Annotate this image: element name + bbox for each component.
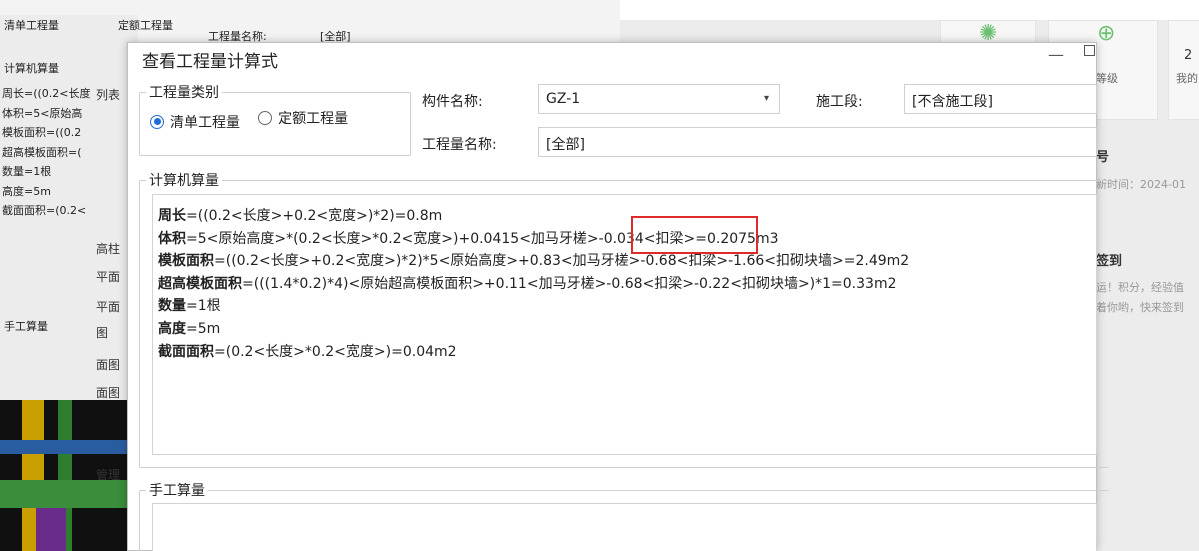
background-calc-lines: 周长=((0.2<长度 体积=5<原始高 模板面积=((0.2 超高模板面积=(… bbox=[2, 87, 91, 217]
quantity-name-label: 工程量名称: bbox=[422, 137, 497, 153]
background-topbar bbox=[620, 0, 1199, 20]
radio-checked-icon bbox=[150, 114, 164, 129]
component-name-label: 构件名称: bbox=[422, 94, 483, 110]
minimize-button[interactable]: — bbox=[1048, 45, 1064, 64]
background-tool-view[interactable]: 图 bbox=[96, 324, 128, 341]
background-tool-list[interactable]: 列表 bbox=[96, 86, 128, 103]
sign-in-description: 运！积分，经验值 着你哟，快来签到 bbox=[1096, 281, 1184, 314]
tile-mine-label: 我的 bbox=[1176, 72, 1198, 85]
background-radio-qty[interactable]: 清单工程量 bbox=[4, 17, 59, 33]
background-tool-manage[interactable]: 管理 bbox=[96, 466, 128, 483]
background-tool-section-2[interactable]: 面图 bbox=[96, 384, 128, 401]
background-calc-legend: 计算机算量 bbox=[4, 62, 59, 75]
background-tool-column[interactable]: 高柱 bbox=[96, 240, 128, 257]
category-group: 工程量类别 清单工程量 定额工程量 bbox=[139, 82, 411, 156]
tile-number: 2 bbox=[1184, 48, 1193, 63]
construction-stage-label: 施工段: bbox=[816, 94, 863, 110]
calc-line-height: 高度=5m bbox=[158, 320, 221, 337]
manual-calc-legend: 手工算量 bbox=[149, 483, 205, 499]
background-tool-plan-2[interactable]: 平面 bbox=[96, 298, 128, 315]
calc-formula-text[interactable]: 周长=((0.2<长度>+0.2<宽度>)*2)=0.8m 体积=5<原始高度>… bbox=[152, 194, 1097, 455]
quantity-name-select[interactable]: [全部] bbox=[538, 127, 1097, 157]
maximize-button[interactable] bbox=[1084, 45, 1095, 56]
background-tool-plan[interactable]: 平面 bbox=[96, 268, 128, 285]
radio-bill-quantity[interactable]: 清单工程量 bbox=[150, 112, 240, 132]
construction-stage-select[interactable]: [不含施工段] bbox=[904, 84, 1097, 114]
add-circle-icon: ⊕ bbox=[1097, 21, 1116, 46]
category-legend: 工程量类别 bbox=[149, 85, 219, 101]
dialog-title: 查看工程量计算式 bbox=[142, 52, 278, 72]
calc-line-perimeter: 周长=((0.2<长度>+0.2<宽度>)*2)=0.8m bbox=[158, 208, 443, 224]
background-radio-quota[interactable]: 定额工程量 bbox=[118, 17, 173, 33]
calc-line-formwork-area: 模板面积=((0.2<长度>+0.2<宽度>)*2)*5<原始高度>+0.83<… bbox=[158, 253, 910, 270]
radio-unchecked-icon bbox=[258, 111, 273, 125]
highlight-annotation-box bbox=[631, 216, 758, 254]
background-manual-legend: 手工算量 bbox=[4, 320, 48, 333]
calc-line-volume: 体积=5<原始高度>*(0.2<长度>*0.2<宽度>)+0.0415<加马牙槎… bbox=[158, 230, 779, 247]
computer-calc-legend: 计算机算量 bbox=[149, 173, 219, 189]
calc-line-high-formwork-area: 超高模板面积=(((1.4*0.2)*4)<原始超高模板面积>+0.11<加马牙… bbox=[158, 275, 897, 292]
calc-line-section-area: 截面面积=(0.2<长度>*0.2<宽度>)=0.04m2 bbox=[158, 343, 457, 360]
tile-level-label: 等级 bbox=[1096, 72, 1118, 85]
manual-calc-input[interactable] bbox=[152, 503, 1097, 551]
component-name-select[interactable]: GZ-1 ▾ bbox=[538, 84, 780, 114]
radio-quota-quantity[interactable]: 定额工程量 bbox=[258, 108, 348, 128]
calc-line-count: 数量=1根 bbox=[158, 298, 221, 315]
chevron-down-icon: ▾ bbox=[763, 93, 769, 104]
news-time: 新时间：2024-01 bbox=[1096, 178, 1186, 191]
news-title: 号 bbox=[1096, 150, 1110, 165]
background-tool-section[interactable]: 面图 bbox=[96, 356, 128, 373]
